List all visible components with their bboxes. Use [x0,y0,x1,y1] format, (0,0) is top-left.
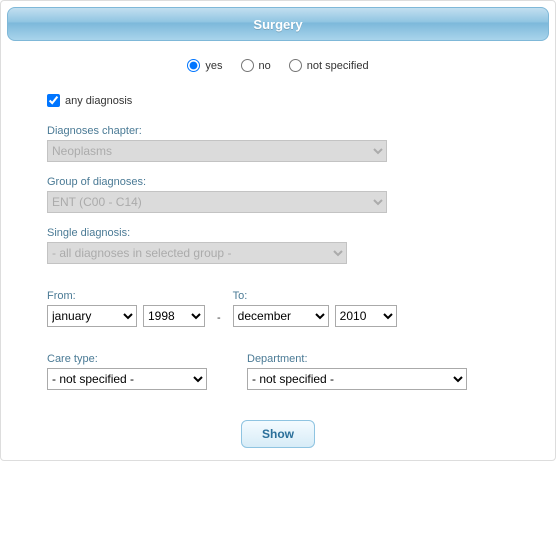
department-select[interactable]: - not specified - [247,368,467,390]
radio-no-label[interactable]: no [241,59,271,72]
radio-yes-label[interactable]: yes [187,59,222,72]
surgery-radio-group: yes no not specified [7,59,549,72]
radio-yes-text: yes [205,60,222,72]
radio-notspec[interactable] [289,59,302,72]
to-year-select[interactable]: 2010 [335,305,397,327]
care-type-select[interactable]: - not specified - [47,368,207,390]
department-field: Department: - not specified - [247,353,467,390]
single-diagnosis-field: Single diagnosis: - all diagnoses in sel… [47,227,509,264]
group-diagnoses-field: Group of diagnoses: ENT (C00 - C14) [47,176,509,213]
any-diagnosis-text: any diagnosis [65,95,132,107]
show-button-label: Show [262,427,294,441]
radio-notspec-text: not specified [307,60,369,72]
form-content: any diagnosis Diagnoses chapter: Neoplas… [7,94,549,400]
panel-header: Surgery [7,7,549,41]
radio-notspec-label[interactable]: not specified [289,59,369,72]
care-type-label: Care type: [47,353,207,365]
group-diagnoses-label: Group of diagnoses: [47,176,509,188]
diagnoses-chapter-label: Diagnoses chapter: [47,125,509,137]
diagnoses-chapter-field: Diagnoses chapter: Neoplasms [47,125,509,162]
care-type-field: Care type: - not specified - [47,353,207,390]
from-selects: january 1998 [47,305,205,327]
bottom-row: Care type: - not specified - Department:… [47,353,509,390]
radio-yes[interactable] [187,59,200,72]
any-diagnosis-checkbox[interactable] [47,94,60,107]
radio-no[interactable] [241,59,254,72]
show-button[interactable]: Show [241,420,315,448]
date-dash: - [211,312,227,327]
from-year-select[interactable]: 1998 [143,305,205,327]
to-selects: december 2010 [233,305,397,327]
department-label: Department: [247,353,467,365]
to-col: To: december 2010 [233,290,397,327]
panel-title: Surgery [253,17,302,32]
date-range-row: From: january 1998 - To: december [47,290,509,327]
single-diagnosis-label: Single diagnosis: [47,227,509,239]
to-label: To: [233,290,397,302]
any-diagnosis-label[interactable]: any diagnosis [47,94,509,107]
single-diagnosis-select[interactable]: - all diagnoses in selected group - [47,242,347,264]
surgery-panel: Surgery yes no not specified any diagnos… [0,0,556,461]
group-diagnoses-select[interactable]: ENT (C00 - C14) [47,191,387,213]
from-month-select[interactable]: january [47,305,137,327]
any-diagnosis-row: any diagnosis [47,94,509,107]
to-month-select[interactable]: december [233,305,329,327]
button-row: Show [7,420,549,448]
diagnoses-chapter-select[interactable]: Neoplasms [47,140,387,162]
from-col: From: january 1998 [47,290,205,327]
radio-no-text: no [259,60,271,72]
from-label: From: [47,290,205,302]
